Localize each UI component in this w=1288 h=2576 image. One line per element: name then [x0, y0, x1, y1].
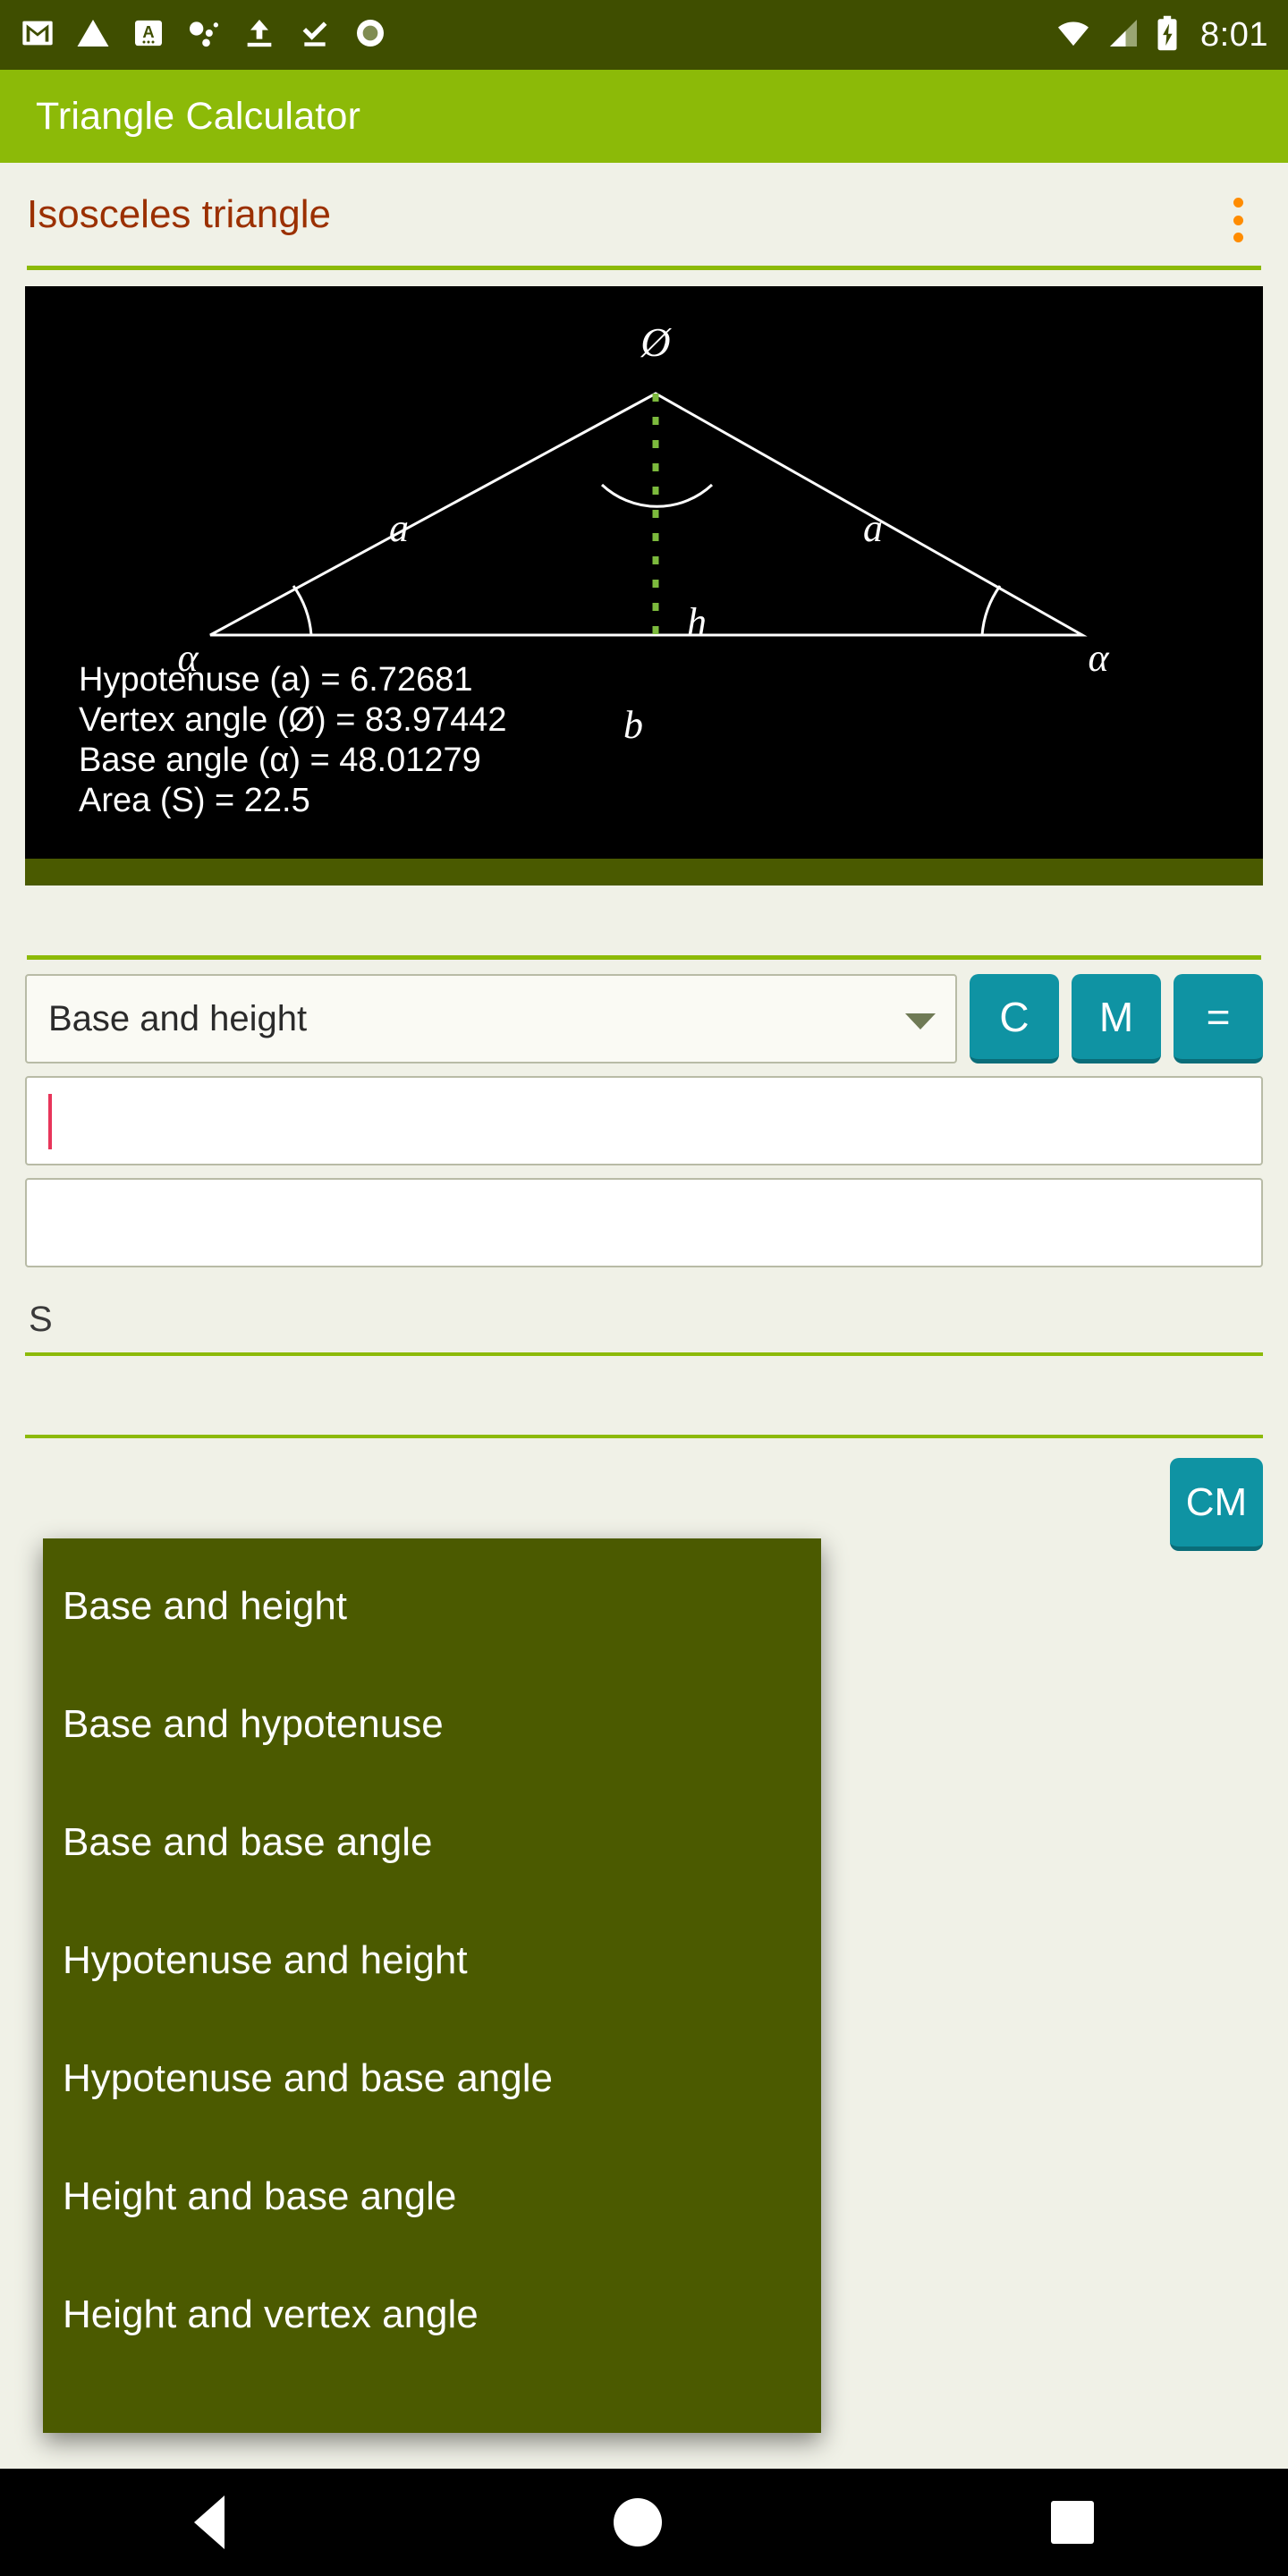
app-bar: Triangle Calculator [0, 70, 1288, 163]
form-area: Base and height C M = S CM [0, 960, 1288, 1551]
dropdown-item-base-and-hypotenuse[interactable]: Base and hypotenuse [43, 1665, 821, 1784]
result-area: Area (S) = 22.5 [79, 782, 310, 820]
app-title: Triangle Calculator [36, 94, 361, 138]
bluetooth-dots-icon [186, 15, 222, 55]
record-icon [352, 15, 388, 55]
section-header: Isosceles triangle [0, 163, 1288, 266]
chevron-down-icon [905, 1013, 936, 1030]
result-label: S [29, 1300, 53, 1339]
dot-3 [1233, 233, 1243, 242]
battery-charging-icon [1154, 14, 1181, 56]
base-label: b [623, 703, 643, 747]
back-icon[interactable] [194, 2496, 225, 2549]
dot-2 [1233, 215, 1243, 225]
more-options-icon[interactable] [1218, 195, 1258, 245]
calculation-mode-spinner[interactable]: Base and height [25, 974, 957, 1063]
status-bar: A 8:01 [0, 0, 1288, 70]
mode-row: Base and height C M = [25, 974, 1263, 1063]
right-side-label: a [863, 506, 883, 550]
triangle-diagram: Ø a a h b α α Hypotenuse (a) = 6.72681 V… [25, 286, 1263, 859]
dropdown-item-hypotenuse-and-base-angle[interactable]: Hypotenuse and base angle [43, 2020, 821, 2138]
right-angle-label: α [1088, 636, 1109, 680]
left-side-label: a [389, 506, 409, 550]
home-icon[interactable] [613, 2498, 662, 2546]
calculation-mode-value: Base and height [48, 998, 308, 1038]
calculation-mode-dropdown[interactable]: Base and height Base and hypotenuse Base… [43, 1538, 821, 2433]
system-navigation-bar [0, 2469, 1288, 2576]
gmail-icon [20, 15, 55, 55]
screenshot-icon: A [131, 15, 166, 55]
vertex-label: Ø [640, 319, 672, 365]
status-bar-system: 8:01 [1054, 14, 1268, 56]
diagram-container: Ø a a h b α α Hypotenuse (a) = 6.72681 V… [25, 286, 1263, 859]
memory-button[interactable]: M [1072, 974, 1161, 1063]
dropdown-item-height-and-vertex-angle[interactable]: Height and vertex angle [43, 2256, 821, 2374]
clear-button[interactable]: C [970, 974, 1059, 1063]
dropdown-item-base-and-height[interactable]: Base and height [43, 1547, 821, 1665]
warning-icon [75, 15, 111, 55]
result-vertex-angle: Vertex angle (Ø) = 83.97442 [79, 701, 507, 740]
equals-button[interactable]: = [1174, 974, 1263, 1063]
base-input[interactable] [25, 1076, 1263, 1165]
dropdown-item-base-and-base-angle[interactable]: Base and base angle [43, 1784, 821, 1902]
status-bar-clock: 8:01 [1200, 15, 1268, 54]
download-check-icon [297, 15, 333, 55]
result-base-angle: Base angle (α) = 48.01279 [79, 741, 481, 780]
dropdown-item-hypotenuse-and-height[interactable]: Hypotenuse and height [43, 1902, 821, 2020]
result-value-area [25, 1356, 1263, 1429]
dropdown-item-height-and-base-angle[interactable]: Height and base angle [43, 2138, 821, 2256]
diagram-panel-shadow [25, 859, 1263, 886]
dot-1 [1233, 198, 1243, 208]
result-hypotenuse: Hypotenuse (a) = 6.72681 [79, 661, 473, 699]
unit-button[interactable]: CM [1170, 1458, 1263, 1551]
results-list: Hypotenuse (a) = 6.72681 Vertex angle (Ø… [79, 661, 507, 823]
cell-signal-icon [1106, 15, 1141, 55]
header-divider [27, 266, 1261, 270]
text-cursor [48, 1094, 52, 1149]
status-bar-notifications: A [20, 15, 388, 55]
recents-icon[interactable] [1050, 2501, 1094, 2544]
height-input-row [25, 1178, 1263, 1267]
unit-row: CM [25, 1438, 1263, 1551]
upload-icon [242, 15, 277, 55]
wifi-icon [1054, 15, 1093, 55]
base-input-row [25, 1076, 1263, 1165]
height-input[interactable] [25, 1178, 1263, 1267]
svg-text:A: A [142, 22, 154, 41]
height-label: h [687, 600, 707, 644]
page-title: Isosceles triangle [27, 191, 331, 236]
